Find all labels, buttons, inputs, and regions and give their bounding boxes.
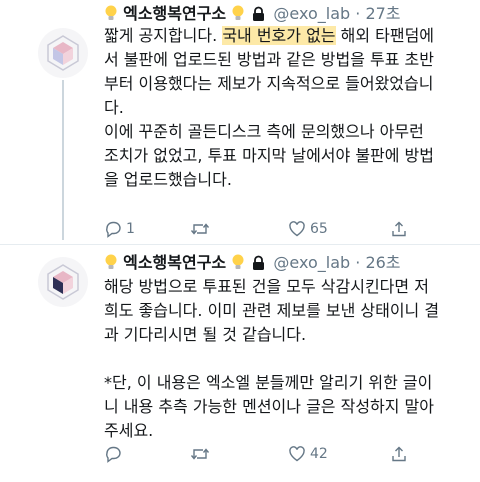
tweet-line: 서 불판에 업로드된 방법과 같은 방법을 투표 초반 [104, 50, 435, 69]
tweet-line: 주세요. [104, 421, 154, 440]
lock-icon [252, 255, 265, 275]
tweet-actions: 1 65 [104, 220, 464, 240]
bulb-icon [104, 253, 118, 276]
tweet-line: 을 업로드했습니다. [104, 170, 232, 189]
tweet-line: 이에 꾸준히 골든디스크 측에 문의했으나 아무런 [104, 122, 424, 141]
user-handle[interactable]: @exo_lab [273, 4, 350, 23]
tweet-line: 짧게 공지합니다. 국내 번호가 없는 해외 타팬덤에 [104, 26, 435, 45]
reply-icon [104, 445, 122, 463]
highlighted-text: 국내 번호가 없는 [222, 26, 336, 45]
reply-count: 1 [126, 221, 135, 237]
heart-icon [288, 445, 306, 463]
reply-button[interactable] [104, 445, 126, 463]
tweet-line: *단, 이 내용은 엑소엘 분들께만 알리기 위한 글이 [104, 373, 433, 392]
tweet-line: 과 기다리시면 될 것 같습니다. [104, 325, 307, 344]
tweet-header: 엑소행복연구소 @exo_lab · 26초 [104, 253, 401, 276]
tweet-line: 니 내용 추측 가능한 멘션이나 글은 작성하지 말아 [104, 397, 435, 416]
tweet-line: 희도 좋습니다. 이미 관련 제보를 보낸 상태이니 결 [104, 301, 440, 320]
tweet-divider [0, 244, 480, 245]
avatar[interactable] [38, 257, 88, 307]
timestamp[interactable]: 27초 [365, 4, 400, 23]
display-name[interactable]: 엑소행복연구소 [123, 253, 226, 272]
retweet-icon [190, 220, 210, 238]
like-count: 42 [310, 446, 328, 462]
like-count: 65 [310, 221, 328, 237]
time-separator: · [355, 253, 361, 272]
like-button[interactable]: 65 [288, 220, 328, 238]
retweet-button[interactable] [190, 220, 214, 238]
share-icon [390, 220, 408, 238]
share-button[interactable] [390, 220, 408, 238]
retweet-icon [190, 445, 210, 463]
lock-icon [252, 6, 265, 26]
bulb-icon [231, 253, 245, 276]
retweet-button[interactable] [190, 445, 214, 463]
tweet-line: 부터 이용했다는 제보가 지속적으로 들어왔었습니 [104, 74, 434, 93]
like-button[interactable]: 42 [288, 445, 328, 463]
display-name[interactable]: 엑소행복연구소 [123, 4, 226, 23]
thread-connector [62, 80, 64, 240]
share-icon [390, 445, 408, 463]
tweet-text: 짧게 공지합니다. 국내 번호가 없는 해외 타팬덤에 서 불판에 업로드된 방… [104, 24, 464, 192]
user-handle[interactable]: @exo_lab [273, 253, 350, 272]
share-button[interactable] [390, 445, 408, 463]
tweet-line: 해당 방법으로 투표된 건을 모두 삭감시킨다면 저 [104, 277, 429, 296]
reply-button[interactable]: 1 [104, 220, 135, 238]
time-separator: · [355, 4, 361, 23]
tweet-line: 조치가 없었고, 투표 마지막 날에서야 불판에 방법 [104, 146, 435, 165]
heart-icon [288, 220, 306, 238]
timestamp[interactable]: 26초 [365, 253, 400, 272]
reply-icon [104, 220, 122, 238]
tweet-text: 해당 방법으로 투표된 건을 모두 삭감시킨다면 저 희도 좋습니다. 이미 관… [104, 275, 464, 443]
avatar[interactable] [38, 28, 88, 78]
tweet-actions: 42 [104, 445, 464, 465]
tweet-line: 다. [104, 98, 124, 117]
